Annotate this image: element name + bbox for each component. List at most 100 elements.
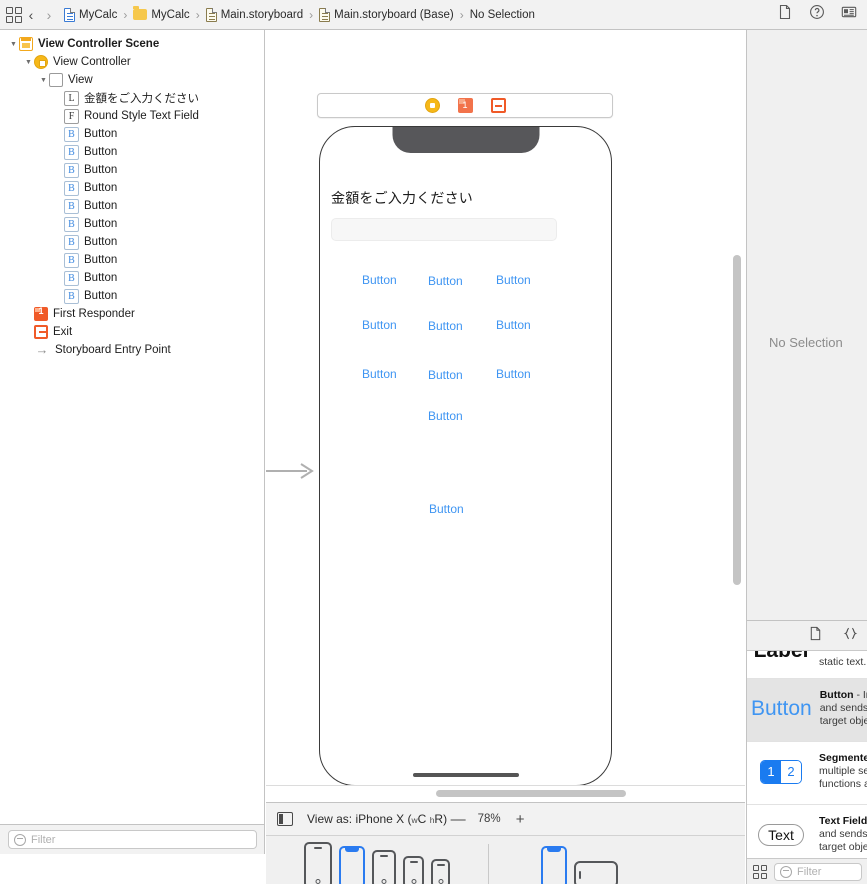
canvas-vertical-scrollbar[interactable] — [733, 255, 741, 585]
disclosure-triangle-icon[interactable]: ▼ — [8, 35, 19, 53]
library-grid-view-icon[interactable] — [753, 864, 767, 879]
quick-help-icon[interactable] — [809, 4, 825, 25]
outline-row[interactable]: B Button — [0, 179, 264, 197]
breadcrumb-item-folder[interactable]: MyCalc — [133, 6, 190, 21]
orientation-landscape-button[interactable] — [573, 861, 618, 884]
outline-row[interactable]: B Button — [0, 269, 264, 287]
device-option-plus[interactable] — [304, 842, 332, 884]
disclosure-triangle-icon[interactable]: ▼ — [38, 71, 49, 89]
calculator-button[interactable]: Button — [429, 502, 464, 516]
outline-row[interactable]: B Button — [0, 251, 264, 269]
calculator-button[interactable]: Button — [362, 318, 397, 332]
zoom-level-label[interactable]: 78% — [469, 813, 509, 825]
jump-bar: ‹ › MyCalc › MyCalc › Main.storyboard › … — [0, 0, 867, 30]
document-outline-pane[interactable]: ▼ View Controller Scene ▼ View Controller ▼ V… — [0, 30, 265, 854]
toggle-document-outline-button[interactable] — [277, 812, 293, 826]
zoom-in-button[interactable]: + — [509, 811, 531, 828]
outline-row[interactable]: B Button — [0, 161, 264, 179]
entry-point-icon: → — [35, 342, 49, 357]
size-class-group: (wC hR) — [407, 812, 448, 826]
outline-row[interactable]: B Button — [0, 143, 264, 161]
storyboard-canvas[interactable]: 金額をご入力ください Button Button Button Button Butto… — [266, 30, 745, 785]
disclosure-triangle-icon[interactable]: ▼ — [23, 53, 34, 71]
calculator-button[interactable]: Button — [428, 274, 463, 288]
outline-row[interactable]: L 金額をご入力ください — [0, 89, 264, 107]
library-item-button[interactable]: Button Button - Int and sends an target … — [747, 679, 867, 742]
first-responder-icon[interactable] — [457, 98, 473, 113]
device-option-iphone-se[interactable] — [403, 856, 424, 884]
library-item-segmented-control[interactable]: 1 2 Segmented multiple segr functions as — [747, 742, 867, 805]
calculator-button[interactable]: Button — [496, 318, 531, 332]
outline-row[interactable]: First Responder — [0, 305, 264, 323]
library-item-desc-line: target object — [819, 715, 867, 727]
breadcrumb-separator: › — [459, 7, 464, 22]
breadcrumb-item-selection[interactable]: No Selection — [470, 9, 535, 21]
outline-row[interactable]: B Button — [0, 125, 264, 143]
breadcrumb-item-project[interactable]: MyCalc — [64, 7, 117, 22]
library-item-description: static text. — [819, 651, 866, 669]
exit-icon[interactable] — [490, 98, 506, 113]
identity-inspector-icon[interactable] — [841, 4, 857, 25]
zoom-out-button[interactable]: — — [447, 811, 469, 828]
outline-row[interactable]: B Button — [0, 215, 264, 233]
outline-row-label: Button — [84, 218, 118, 230]
related-items-icon[interactable] — [6, 6, 22, 23]
view-as-control[interactable]: View as: iPhone X (wC hR) — [307, 812, 447, 826]
outline-row-label: Button — [84, 146, 118, 158]
device-list — [304, 836, 450, 884]
outline-row-label: Button — [84, 164, 118, 176]
inspector-no-selection-message: No Selection — [769, 335, 843, 350]
library-item-desc-line: functions as — [819, 778, 867, 790]
library-item-label[interactable]: Label static text. — [747, 651, 867, 679]
breadcrumb-label: MyCalc — [151, 8, 190, 21]
outline-row[interactable]: B Button — [0, 233, 264, 251]
amount-text-field[interactable] — [331, 218, 557, 241]
button-icon: B — [64, 288, 79, 304]
breadcrumb-separator: › — [123, 7, 128, 22]
outline-row[interactable]: ▼ View Controller — [0, 53, 264, 71]
library-filter-input[interactable]: Filter — [774, 862, 862, 881]
button-icon: B — [64, 162, 79, 178]
calculator-button[interactable]: Button — [362, 367, 397, 381]
calculator-button[interactable]: Button — [362, 273, 397, 287]
breadcrumb-item-storyboard-base[interactable]: Main.storyboard (Base) — [319, 7, 454, 22]
device-option-iphone-4s[interactable] — [431, 859, 450, 884]
view-controller-preview[interactable]: 金額をご入力ください Button Button Button Button Butto… — [319, 126, 612, 785]
button-icon: B — [64, 216, 79, 232]
code-snippet-icon[interactable] — [843, 626, 858, 646]
calculator-button[interactable]: Button — [428, 409, 463, 423]
device-option-iphone-x[interactable] — [339, 846, 365, 884]
outline-tree: ▼ View Controller Scene ▼ View Controller ▼ V… — [0, 30, 264, 359]
outline-row[interactable]: F Round Style Text Field — [0, 107, 264, 125]
orientation-portrait-button[interactable] — [540, 846, 567, 884]
text-field-preview-icon: Text — [751, 813, 811, 857]
calculator-button[interactable]: Button — [428, 319, 463, 333]
breadcrumb-label: No Selection — [469, 8, 535, 21]
navigate-forward-button[interactable]: › — [40, 7, 58, 23]
outline-row[interactable]: Exit — [0, 323, 264, 341]
outline-row-label: View — [68, 74, 93, 86]
outline-row[interactable]: B Button — [0, 197, 264, 215]
scrollbar-thumb[interactable] — [436, 790, 626, 797]
file-template-icon[interactable] — [808, 626, 823, 646]
calculator-button[interactable]: Button — [496, 273, 531, 287]
outline-filter-input[interactable]: Filter — [8, 830, 257, 849]
view-controller-icon[interactable] — [424, 98, 440, 113]
filter-icon — [14, 833, 26, 846]
canvas-horizontal-scrollbar[interactable] — [266, 785, 745, 802]
library-item-desc-line: multiple segr — [819, 765, 867, 777]
navigate-back-button[interactable]: ‹ — [22, 7, 40, 23]
button-icon: B — [64, 252, 79, 268]
file-inspector-icon[interactable] — [777, 4, 793, 25]
outline-row[interactable]: → Storyboard Entry Point — [0, 341, 264, 359]
device-option-iphone-8[interactable] — [372, 850, 396, 884]
outline-row[interactable]: B Button — [0, 287, 264, 305]
breadcrumb-item-storyboard[interactable]: Main.storyboard — [205, 7, 303, 22]
utilities-pane: No Selection Label — [746, 30, 867, 884]
calculator-button[interactable]: Button — [428, 368, 463, 382]
calculator-button[interactable]: Button — [496, 367, 531, 381]
outline-row[interactable]: ▼ View Controller Scene — [0, 35, 264, 53]
outline-row[interactable]: ▼ View — [0, 71, 264, 89]
